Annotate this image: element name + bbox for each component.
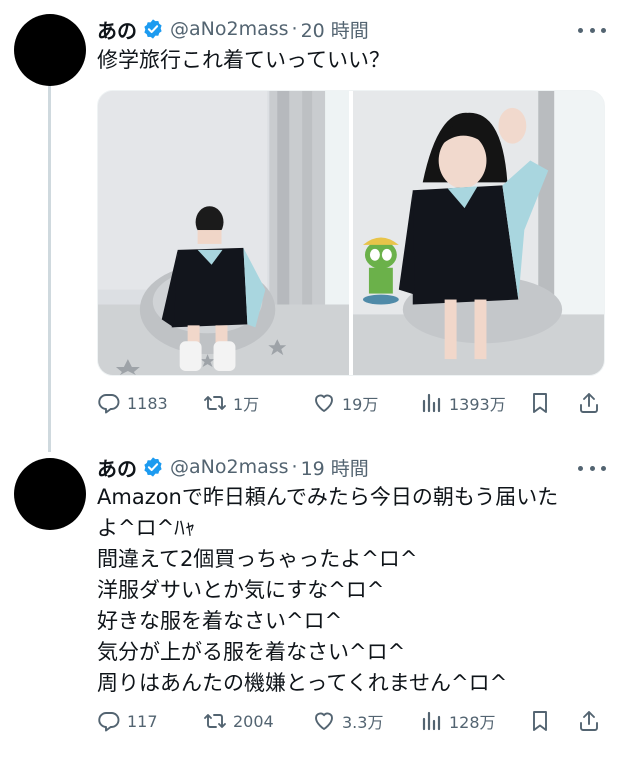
tweet-text-line: 間違えて2個買っちゃったよ^ロ^: [97, 547, 418, 571]
reply-bubble-icon: [98, 394, 120, 414]
reply-bubble-icon: [98, 712, 120, 732]
photo-2[interactable]: [353, 91, 604, 375]
reply-count: 117: [127, 711, 158, 731]
tweet-actions: 1183 1万 19万 1393万: [97, 387, 607, 419]
tweet-text-line: 周りはあんたの機嫌とってくれません^ロ^: [97, 671, 508, 695]
tweet-text-line: 洋服ダサいとか気にすな^ロ^: [97, 578, 385, 602]
tweet-header: あの @aNo2mass · 19 時間: [97, 452, 369, 482]
bookmark-icon: [533, 393, 547, 413]
photo-1[interactable]: [98, 91, 349, 375]
repost-button[interactable]: 2004: [203, 705, 274, 737]
views-count: 128万: [449, 713, 496, 732]
display-name[interactable]: あの: [97, 15, 137, 44]
tweet-text-line: 気分が上がる服を着なさい^ロ^: [97, 640, 406, 664]
separator-dot: ·: [291, 18, 298, 40]
user-handle[interactable]: @aNo2mass: [170, 18, 289, 40]
like-button[interactable]: 19万: [312, 387, 378, 419]
tweet-text-line: Amazonで昨日頼んでみたら今日の朝もう届いた: [97, 485, 559, 509]
bookmark-icon: [533, 711, 547, 731]
verified-badge-icon[interactable]: [142, 18, 164, 40]
verified-badge-icon[interactable]: [142, 456, 164, 478]
bookmark-button[interactable]: [528, 387, 552, 419]
share-arrow-icon: [580, 393, 598, 413]
share-arrow-icon: [580, 711, 598, 731]
views-count: 1393万: [449, 395, 506, 414]
reply-button[interactable]: 117: [97, 705, 158, 737]
thread-connector-line: [48, 84, 51, 452]
share-button[interactable]: [577, 705, 601, 737]
user-handle[interactable]: @aNo2mass: [170, 456, 289, 478]
tweet-actions: 117 2004 3.3万 128万: [97, 705, 607, 737]
reply-button[interactable]: 1183: [97, 387, 168, 419]
repost-count: 2004: [233, 711, 274, 731]
timestamp[interactable]: 19 時間: [301, 454, 369, 481]
avatar[interactable]: [14, 458, 86, 530]
like-count: 3.3万: [342, 713, 384, 732]
tweet-text-line: 好きな服を着なさい^ロ^: [97, 609, 343, 633]
reply-count: 1183: [127, 393, 168, 413]
repost-arrows-icon: [204, 714, 226, 728]
repost-arrows-icon: [204, 396, 226, 410]
tweet-text-line: よ^ロ^ﾊｬ: [97, 516, 196, 540]
heart-icon: [315, 712, 333, 730]
more-dots-icon[interactable]: [578, 18, 606, 42]
display-name[interactable]: あの: [97, 453, 137, 482]
tweet-text: 修学旅行これ着ていっていい？: [97, 45, 602, 76]
bookmark-button[interactable]: [528, 705, 552, 737]
analytics-bars-icon: [422, 711, 441, 731]
like-count: 19万: [342, 395, 379, 414]
tweet-text-line: 修学旅行これ着ていっていい？: [97, 48, 390, 72]
analytics-bars-icon: [422, 393, 441, 413]
separator-dot: ·: [291, 456, 298, 478]
share-button[interactable]: [577, 387, 601, 419]
tweet-text: Amazonで昨日頼んでみたら今日の朝もう届いた よ^ロ^ﾊｬ 間違えて2個買っ…: [97, 482, 602, 699]
views-button[interactable]: 1393万: [419, 387, 506, 419]
more-dots-icon[interactable]: [578, 456, 606, 480]
repost-count: 1万: [233, 395, 260, 414]
media-grid[interactable]: [97, 90, 605, 376]
timestamp[interactable]: 20 時間: [301, 16, 369, 43]
heart-icon: [315, 394, 333, 412]
like-button[interactable]: 3.3万: [312, 705, 383, 737]
avatar[interactable]: [14, 14, 86, 86]
views-button[interactable]: 128万: [419, 705, 496, 737]
tweet-header: あの @aNo2mass · 20 時間: [97, 14, 369, 44]
repost-button[interactable]: 1万: [203, 387, 259, 419]
